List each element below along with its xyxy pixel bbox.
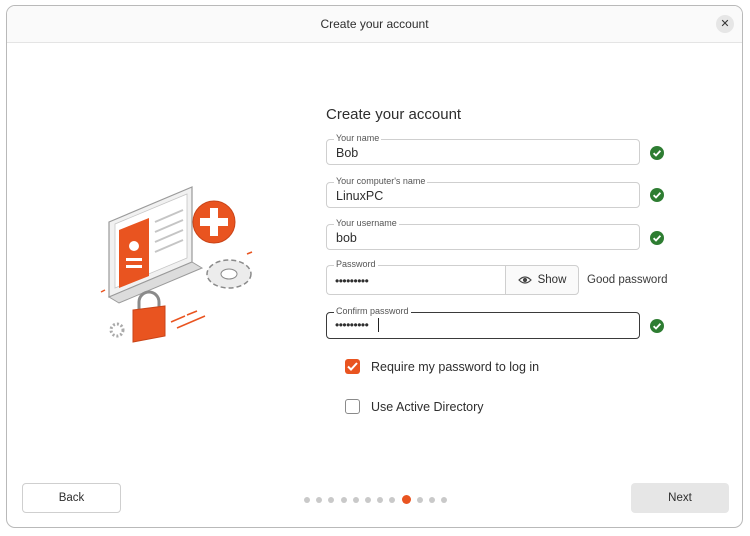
step-dot bbox=[416, 496, 423, 503]
require-password-checkbox[interactable] bbox=[345, 359, 360, 374]
name-field-value: Bob bbox=[336, 146, 359, 160]
close-icon: ✕ bbox=[720, 17, 730, 30]
eye-icon bbox=[517, 276, 532, 284]
username-valid-check-icon bbox=[650, 231, 664, 245]
password-field[interactable]: Password ••••••••• bbox=[326, 259, 506, 295]
computer-name-field[interactable]: Your computer's name LinuxPC bbox=[326, 176, 640, 208]
name-field-label: Your name bbox=[334, 133, 382, 144]
step-dot bbox=[377, 496, 384, 503]
show-password-label: Show bbox=[537, 274, 567, 286]
require-password-row[interactable]: Require my password to log in bbox=[345, 359, 539, 374]
next-button[interactable]: Next bbox=[631, 483, 729, 513]
step-dot bbox=[389, 496, 396, 503]
step-dot bbox=[316, 496, 323, 503]
form-heading: Create your account bbox=[326, 106, 462, 123]
small-gear-icon bbox=[109, 322, 125, 338]
step-dot bbox=[364, 496, 371, 503]
confirm-password-field-label: Confirm password bbox=[334, 306, 411, 317]
padlock-icon bbox=[132, 290, 166, 343]
window-title: Create your account bbox=[320, 17, 429, 31]
step-indicator bbox=[304, 495, 453, 504]
step-dot bbox=[428, 496, 435, 503]
step-dot-current bbox=[401, 495, 411, 504]
require-password-label: Require my password to log in bbox=[371, 359, 540, 374]
gear-icon bbox=[206, 259, 252, 289]
active-directory-row[interactable]: Use Active Directory bbox=[345, 399, 484, 414]
computer-name-valid-check-icon bbox=[650, 188, 664, 202]
username-field-label: Your username bbox=[334, 218, 399, 229]
back-button[interactable]: Back bbox=[22, 483, 121, 513]
account-illustration bbox=[100, 186, 253, 343]
step-dot bbox=[441, 496, 448, 503]
plus-badge-icon bbox=[192, 200, 236, 244]
checkmark-icon bbox=[347, 362, 358, 371]
password-field-label: Password bbox=[334, 259, 378, 270]
active-directory-label: Use Active Directory bbox=[371, 399, 484, 414]
username-field[interactable]: Your username bob bbox=[326, 218, 640, 250]
username-field-value: bob bbox=[336, 231, 357, 245]
installer-window: Create your account ✕ Create your accoun… bbox=[6, 5, 743, 528]
monitor-illustration bbox=[107, 186, 204, 304]
password-field-value: ••••••••• bbox=[335, 274, 369, 288]
computer-name-field-label: Your computer's name bbox=[334, 176, 428, 187]
confirm-password-valid-check-icon bbox=[650, 319, 664, 333]
show-password-button[interactable]: Show bbox=[505, 265, 579, 295]
text-caret bbox=[378, 318, 379, 332]
step-dot bbox=[352, 496, 359, 503]
step-dot bbox=[328, 496, 335, 503]
computer-name-field-value: LinuxPC bbox=[336, 189, 384, 203]
password-strength: Good password bbox=[587, 274, 668, 286]
active-directory-checkbox[interactable] bbox=[345, 399, 360, 414]
step-dot bbox=[304, 496, 310, 503]
step-dot bbox=[340, 496, 347, 503]
name-valid-check-icon bbox=[650, 146, 664, 160]
name-field[interactable]: Your name Bob bbox=[326, 133, 640, 165]
close-button[interactable]: ✕ bbox=[716, 15, 734, 33]
confirm-password-field-value: ••••••••• bbox=[335, 318, 369, 332]
title-bar: Create your account ✕ bbox=[7, 6, 742, 43]
confirm-password-field[interactable]: Confirm password ••••••••• bbox=[326, 306, 640, 339]
